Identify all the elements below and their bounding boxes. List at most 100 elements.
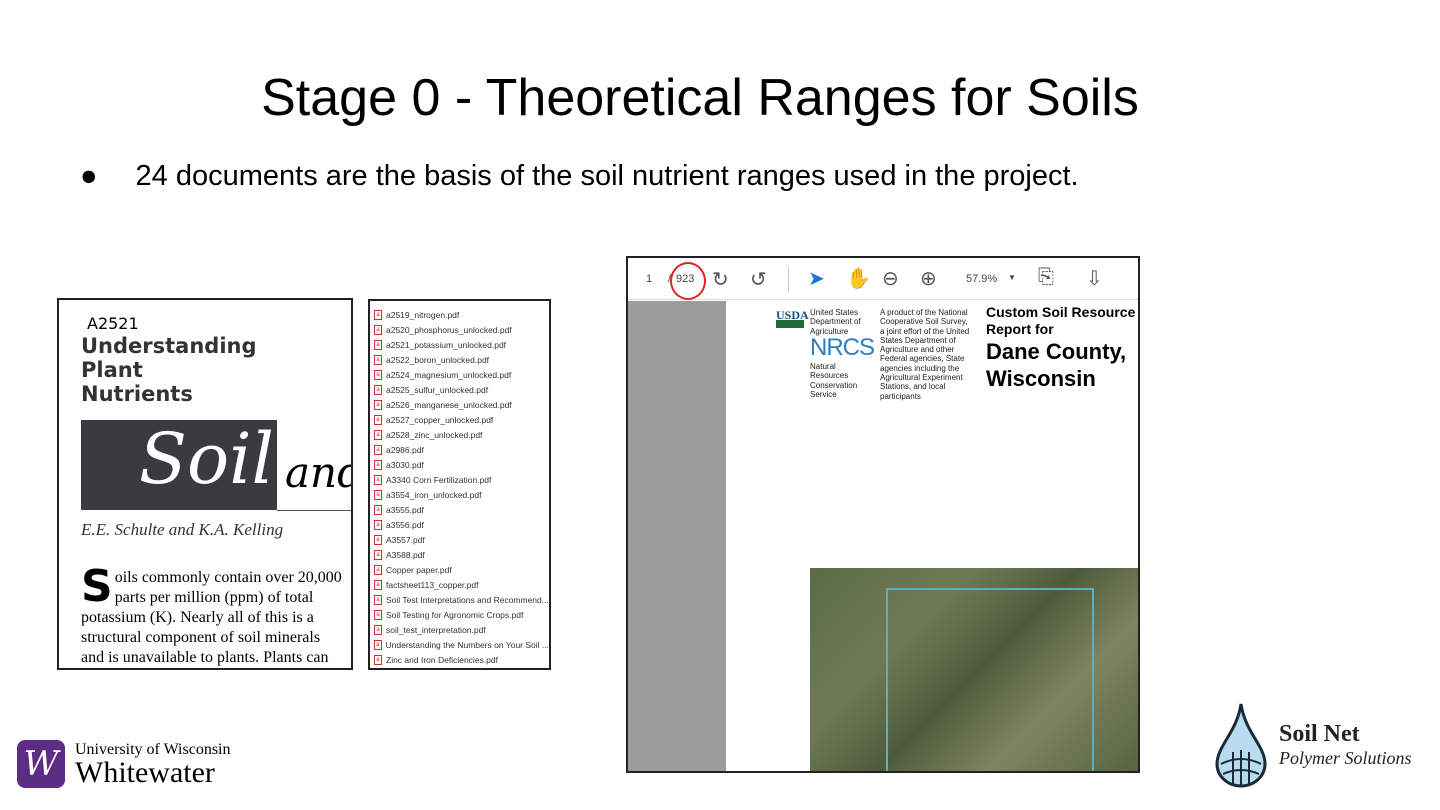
file-name: a3555.pdf <box>386 504 424 515</box>
pdf-file-icon: a <box>374 639 382 650</box>
file-item[interactable]: a soil_test_interpretation.pdf <box>374 622 549 637</box>
text-line: Wisconsin <box>986 366 1096 391</box>
file-list: a a2519_nitrogen.pdf a a2520_phosphorus_unl… <box>368 299 551 670</box>
file-item[interactable]: a a2526_manganese_unlocked.pdf <box>374 397 549 412</box>
file-item[interactable]: a a2522_boron_unlocked.pdf <box>374 352 549 367</box>
nrcs-logo: NRCS <box>810 334 875 361</box>
file-name: a2521_potassium_unlocked.pdf <box>386 339 507 350</box>
pdf-file-icon: a <box>374 609 382 620</box>
text-line: Service <box>810 389 837 399</box>
file-item[interactable]: a Soil Testing for Agronomic Crops.pdf <box>374 607 549 622</box>
text-line: Report for <box>986 321 1054 337</box>
zoom-level-dropdown[interactable]: 57.9% <box>966 273 997 285</box>
pdf-file-icon: a <box>374 399 382 410</box>
file-item[interactable]: a a3555.pdf <box>374 502 549 517</box>
file-item[interactable]: a a2520_phosphorus_unlocked.pdf <box>374 322 549 337</box>
body-line: parts per million (ppm) of total <box>114 589 314 606</box>
pdf-file-icon: a <box>374 459 382 470</box>
soilnet-tagline: Polymer Solutions <box>1279 748 1412 768</box>
select-cursor-icon[interactable]: ➤ <box>808 266 825 291</box>
soilnet-name: Soil Net <box>1279 721 1360 747</box>
boundary-line <box>1092 588 1094 771</box>
text-line: Custom Soil Resource <box>986 304 1136 320</box>
file-name: A3557.pdf <box>386 534 425 545</box>
file-item[interactable]: a a3556.pdf <box>374 517 549 532</box>
text-line: A product of the National <box>880 308 968 317</box>
file-item[interactable]: a A3557.pdf <box>374 532 549 547</box>
file-item[interactable]: a a2524_magnesium_unlocked.pdf <box>374 367 549 382</box>
file-name: Understanding the Numbers on Your Soil .… <box>385 639 550 650</box>
page-number-input[interactable]: 1 <box>646 273 652 285</box>
file-name: soil_test_interpretation.pdf <box>386 624 486 635</box>
file-item[interactable]: a a3030.pdf <box>374 457 549 472</box>
file-item[interactable]: a Soil Test Interpretations and Recommend… <box>374 592 549 607</box>
file-name: a2526_manganese_unlocked.pdf <box>386 399 512 410</box>
text-line: Department of <box>810 317 861 327</box>
heading-line: Plant <box>81 358 143 382</box>
county-title: Dane County, Wisconsin <box>986 338 1126 392</box>
file-item[interactable]: a a2986.pdf <box>374 442 549 457</box>
rotate-clockwise-icon[interactable]: ↻ <box>712 267 729 292</box>
file-name: A3340 Corn Fertilization.pdf <box>386 474 492 485</box>
satellite-map-image <box>810 568 1138 771</box>
text-line: Cooperative Soil Survey, <box>880 317 968 327</box>
hand-tool-icon[interactable]: ✋ <box>846 266 871 291</box>
scroll-mode-icon[interactable]: ⇩ <box>1086 266 1103 291</box>
file-item[interactable]: a a2528_zinc_unlocked.pdf <box>374 427 549 442</box>
file-item[interactable]: a a2519_nitrogen.pdf <box>374 307 549 322</box>
heading-line: Nutrients <box>81 382 193 406</box>
authors: E.E. Schulte and K.A. Kelling <box>81 520 284 539</box>
file-item[interactable]: a a2525_sulfur_unlocked.pdf <box>374 382 549 397</box>
file-name: Zinc and Iron Deficiencies.pdf <box>386 654 498 665</box>
pdf-file-icon: a <box>374 654 382 665</box>
file-item[interactable]: a A3588.pdf <box>374 547 549 562</box>
slide-title: Stage 0 - Theoretical Ranges for Soils <box>261 69 1139 127</box>
chevron-down-icon[interactable]: ▼ <box>1008 273 1016 282</box>
text-line: Federal agencies, State <box>880 354 965 364</box>
boundary-line <box>886 588 1092 590</box>
text-line: Conservation <box>810 380 858 390</box>
zoom-in-icon[interactable]: ⊕ <box>920 266 937 291</box>
pdf-file-icon: a <box>374 309 382 320</box>
usda-logo-bar <box>776 320 804 328</box>
file-item[interactable]: a Zinc and Iron Deficiencies.pdf <box>374 652 549 667</box>
file-name: a2522_boron_unlocked.pdf <box>386 354 490 365</box>
file-item[interactable]: a a2527_copper_unlocked.pdf <box>374 412 549 427</box>
bullet-marker: ● <box>80 160 98 192</box>
pdf-file-icon: a <box>374 339 382 350</box>
drop-cap: S <box>81 561 113 612</box>
toolbar-divider <box>788 266 789 292</box>
pdf-file-icon: a <box>374 444 382 455</box>
file-name: a2524_magnesium_unlocked.pdf <box>386 369 512 380</box>
red-annotation-circle <box>670 262 706 300</box>
and-word: and <box>285 448 351 497</box>
water-drop-icon <box>1215 703 1267 788</box>
body-line: and is unavailable to plants. Plants can <box>81 649 329 666</box>
file-name: a3554_iron_unlocked.pdf <box>386 489 482 500</box>
file-name: A3588.pdf <box>386 549 425 560</box>
file-item[interactable]: a a2521_potassium_unlocked.pdf <box>374 337 549 352</box>
file-item[interactable]: a Understanding the Numbers on Your Soil … <box>374 637 549 652</box>
pdf-file-icon: a <box>374 474 382 485</box>
fit-page-icon[interactable]: ⎘ <box>1038 266 1054 289</box>
body-line: structural component of soil minerals <box>81 629 321 646</box>
text-line: Agricultural Experiment <box>880 373 963 383</box>
soil-word: Soil <box>139 418 274 500</box>
zoom-out-icon[interactable]: ⊖ <box>882 266 899 291</box>
pdf-file-icon: a <box>374 519 382 530</box>
file-item[interactable]: a factsheet113_copper.pdf <box>374 577 549 592</box>
pdf-file-icon: a <box>374 579 382 590</box>
pdf-file-icon: a <box>374 414 382 425</box>
text-line: United States <box>810 308 859 317</box>
rotate-counterclockwise-icon[interactable]: ↺ <box>750 267 767 292</box>
report-title: Custom Soil Resource Report for <box>986 304 1135 338</box>
file-name: Soil Testing for Agronomic Crops.pdf <box>386 609 524 620</box>
file-item[interactable]: a Copper paper.pdf <box>374 562 549 577</box>
file-item[interactable]: a a3554_iron_unlocked.pdf <box>374 487 549 502</box>
text-line: Stations, and local <box>880 382 946 392</box>
file-item[interactable]: a A3340 Corn Fertilization.pdf <box>374 472 549 487</box>
product-text: A product of the National Cooperative Soi… <box>880 308 969 401</box>
file-name: a3556.pdf <box>386 519 424 530</box>
file-name: factsheet113_copper.pdf <box>386 579 479 590</box>
file-name: a2519_nitrogen.pdf <box>386 309 460 320</box>
